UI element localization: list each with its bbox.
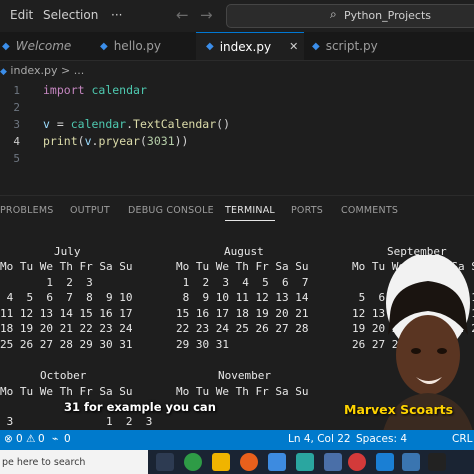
- warning-icon[interactable]: ⚠: [26, 433, 35, 445]
- calendar-row: 3 1 2 3: [0, 415, 153, 428]
- back-arrow-icon[interactable]: ←: [176, 6, 189, 24]
- weekday-header: Mo Tu We Th Fr Sa Su: [176, 260, 309, 273]
- error-icon[interactable]: ⊗: [4, 433, 13, 445]
- tab-label: index.py: [219, 39, 272, 54]
- weekday-header: Mo Tu We Th Fr Sa Su: [176, 385, 309, 398]
- app-icon[interactable]: [324, 453, 342, 471]
- search-icon: ⌕: [330, 7, 337, 21]
- tab-script-py[interactable]: ◆ script.py: [312, 32, 402, 60]
- cursor-position[interactable]: Ln 4, Col 22: [288, 433, 351, 445]
- line-number: 3: [13, 118, 20, 131]
- calendar-row: 1 2 3: [0, 276, 93, 289]
- month-title: November: [218, 369, 271, 382]
- breadcrumb-file[interactable]: index.py: [10, 64, 57, 77]
- month-title: October: [40, 369, 87, 382]
- vscode-taskbar-icon[interactable]: [376, 453, 394, 471]
- code-token: =: [49, 117, 71, 131]
- app-icon[interactable]: [268, 453, 286, 471]
- ports-count[interactable]: 0: [64, 433, 71, 445]
- video-caption: 31 for example you can: [64, 400, 216, 414]
- calendar-row: 25 26 27 28 29 30 31: [0, 338, 133, 351]
- calendar-row: 4 5 6 7 8 9 10: [0, 291, 133, 304]
- breadcrumb-more[interactable]: ...: [74, 64, 85, 77]
- calendar-row: 22 23 24 25 26 27 28: [176, 322, 309, 335]
- breadcrumb: ◆ index.py > ...: [0, 64, 84, 77]
- code-token: (: [77, 134, 85, 148]
- panel-tab-comments[interactable]: COMMENTS: [341, 205, 398, 216]
- code-line-3[interactable]: v = calendar.TextCalendar(): [43, 117, 230, 131]
- command-center-text: Python_Projects: [344, 9, 431, 22]
- opera-icon[interactable]: [348, 453, 366, 471]
- menu-more[interactable]: ···: [111, 8, 122, 22]
- tab-hello-py[interactable]: ◆ hello.py: [100, 32, 190, 60]
- line-number: 2: [13, 101, 20, 114]
- error-count[interactable]: 0: [16, 433, 23, 445]
- ports-icon[interactable]: ⌁: [52, 433, 58, 445]
- file-explorer-icon[interactable]: [212, 453, 230, 471]
- vscode-icon: ◆: [2, 40, 10, 52]
- forward-arrow-icon[interactable]: →: [200, 6, 213, 24]
- code-token: )): [174, 134, 189, 148]
- terminal-taskbar-icon[interactable]: [428, 453, 446, 471]
- code-token: calendar: [91, 83, 147, 97]
- tab-welcome[interactable]: ◆ Welcome: [0, 32, 94, 60]
- warning-count[interactable]: 0: [38, 433, 45, 445]
- panel-tab-output[interactable]: OUTPUT: [70, 205, 110, 216]
- firefox-icon[interactable]: [240, 453, 258, 471]
- taskbar-search[interactable]: pe here to search: [0, 450, 148, 474]
- python-file-icon: ◆: [312, 40, 320, 52]
- code-line-1[interactable]: import calendar: [43, 83, 147, 97]
- close-icon[interactable]: ✕: [289, 40, 298, 53]
- code-token: pryear: [98, 134, 140, 148]
- code-token: calendar: [70, 117, 127, 131]
- code-token: (): [216, 117, 230, 131]
- panel-tab-ports[interactable]: PORTS: [291, 205, 323, 216]
- menu-edit[interactable]: Edit: [10, 8, 33, 22]
- breadcrumb-separator: >: [61, 64, 71, 77]
- python-file-icon: ◆: [0, 67, 7, 77]
- chrome-icon[interactable]: [184, 453, 202, 471]
- task-view-icon[interactable]: [156, 453, 174, 471]
- month-title: July: [54, 245, 81, 258]
- panel-tab-debug-console[interactable]: DEBUG CONSOLE: [128, 205, 214, 216]
- line-ending[interactable]: CRL: [452, 433, 472, 445]
- code-token: print: [43, 134, 78, 148]
- weekday-header: Mo Tu We Th Fr Sa Su: [0, 260, 133, 273]
- tab-label: script.py: [325, 39, 378, 53]
- calendar-row: 1 2 3 4 5 6 7: [176, 276, 309, 289]
- tab-index-py[interactable]: ◆ index.py ✕: [196, 32, 304, 60]
- code-token: 3031: [146, 134, 175, 148]
- calendar-row: 29 30 31: [176, 338, 229, 351]
- indentation[interactable]: Spaces: 4: [356, 433, 407, 445]
- app-icon[interactable]: [296, 453, 314, 471]
- code-token: import: [43, 83, 85, 97]
- code-token: v: [43, 117, 50, 131]
- line-number: 4: [13, 135, 20, 148]
- code-token: v: [84, 134, 92, 148]
- calendar-row: 8 9 10 11 12 13 14: [176, 291, 309, 304]
- code-token: .: [126, 117, 134, 131]
- line-number: 1: [13, 84, 20, 97]
- code-token: (: [139, 134, 147, 148]
- calendar-row: 11 12 13 14 15 16 17: [0, 307, 133, 320]
- panel-tab-problems[interactable]: PROBLEMS: [0, 205, 53, 216]
- tab-label: Welcome: [15, 39, 72, 53]
- line-number: 5: [13, 152, 20, 165]
- channel-watermark: Marvex Scoarts: [344, 402, 454, 417]
- taskbar-search-text: pe here to search: [2, 457, 86, 468]
- panel-divider: [0, 195, 474, 196]
- calendar-row: 18 19 20 21 22 23 24: [0, 322, 133, 335]
- weekday-header: Mo Tu We Th Fr Sa Su: [0, 385, 133, 398]
- month-title: August: [224, 245, 264, 258]
- code-token: TextCalendar: [133, 117, 217, 131]
- panel-tab-terminal[interactable]: TERMINAL: [225, 205, 275, 221]
- python-file-icon: ◆: [206, 41, 214, 52]
- code-line-4[interactable]: print(v.pryear(3031)): [43, 134, 188, 148]
- app-icon[interactable]: [402, 453, 420, 471]
- tab-label: hello.py: [113, 39, 162, 53]
- python-file-icon: ◆: [100, 40, 108, 52]
- calendar-row: 15 16 17 18 19 20 21: [176, 307, 309, 320]
- menu-selection[interactable]: Selection: [43, 8, 98, 22]
